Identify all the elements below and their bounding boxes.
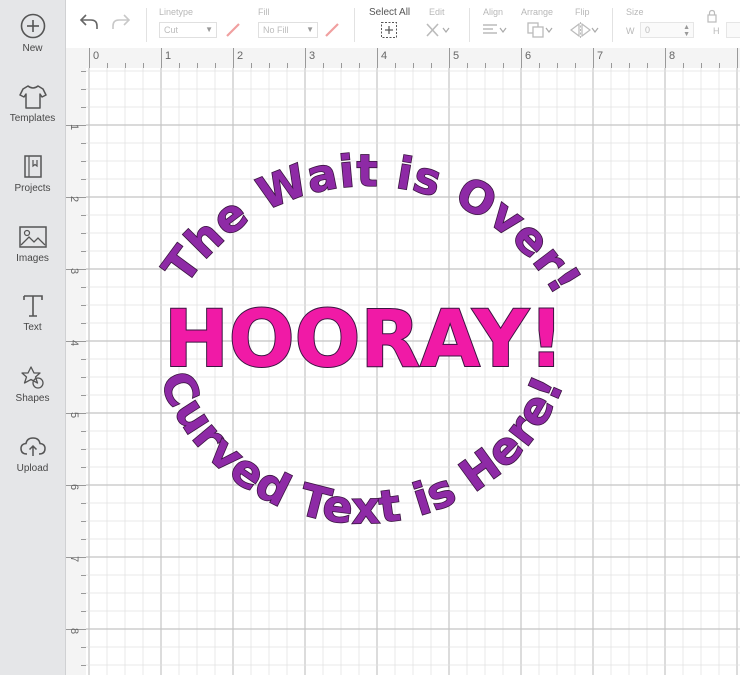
top-toolbar: Linetype Cut ▼ Fill No Fill ▼ Select All…	[66, 0, 740, 49]
undo-icon[interactable]	[78, 12, 100, 32]
sidebar-item-upload[interactable]: Upload	[0, 434, 65, 474]
toolbar-divider	[469, 8, 470, 42]
toolbar-divider	[612, 8, 613, 42]
align-icon[interactable]	[481, 22, 507, 38]
top-arc-text[interactable]: The Wait is Over!!	[66, 48, 591, 304]
select-all-icon[interactable]	[380, 21, 398, 39]
sidebar-item-label: Images	[16, 253, 49, 264]
left-sidebar: New Templates Projects Images Text Shape…	[0, 0, 66, 675]
height-label: H	[713, 26, 720, 36]
sidebar-item-label: Shapes	[15, 393, 50, 404]
sidebar-item-new[interactable]: New	[0, 12, 65, 54]
bottom-arc-text[interactable]: Curved Text is Here!	[149, 363, 574, 535]
sidebar-item-label: Text	[23, 322, 42, 333]
align-label: Align	[483, 7, 504, 17]
curved-text-design[interactable]: The Wait is Over!! Curved Text is Here! …	[66, 48, 740, 675]
notebook-icon	[23, 155, 42, 178]
linetype-label: Linetype	[159, 7, 194, 17]
sidebar-item-text[interactable]: Text	[0, 293, 65, 333]
linetype-value: Cut	[164, 25, 179, 35]
plus-circle-icon	[20, 13, 45, 39]
sidebar-item-projects[interactable]: Projects	[0, 154, 65, 194]
chevron-down-icon: ▼	[205, 25, 213, 34]
shapes-icon	[20, 366, 44, 389]
height-input[interactable]	[726, 22, 740, 38]
redo-icon[interactable]	[110, 12, 132, 32]
fill-color-icon[interactable]	[323, 21, 341, 39]
fill-select[interactable]: No Fill ▼	[258, 22, 318, 38]
edit-tools-icon[interactable]	[424, 21, 450, 39]
sidebar-item-templates[interactable]: Templates	[0, 84, 65, 124]
bottom-arc-textpath: Curved Text is Here!	[149, 363, 574, 535]
text-t-icon	[22, 295, 43, 317]
size-label: Size	[626, 7, 644, 17]
sidebar-item-label: Projects	[14, 183, 51, 194]
design-canvas[interactable]: 0 1 2 3 4 5 6 7 8 1 2 3 4 5 6 7 8 The Wa…	[66, 48, 740, 675]
cloud-upload-icon	[19, 437, 46, 456]
sidebar-item-label: New	[22, 43, 43, 54]
pen-color-icon[interactable]	[224, 21, 242, 39]
stepper-icon[interactable]: ▲ ▼	[683, 24, 690, 38]
image-icon	[18, 226, 47, 248]
arrange-label: Arrange	[521, 7, 554, 17]
hooray-text[interactable]: HOORAY!	[163, 294, 565, 386]
linetype-select[interactable]: Cut ▼	[159, 22, 217, 38]
width-value: 0	[645, 25, 651, 35]
sidebar-item-images[interactable]: Images	[0, 224, 65, 264]
lock-icon[interactable]	[706, 9, 718, 23]
fill-label: Fill	[258, 7, 270, 17]
sidebar-item-label: Templates	[9, 113, 56, 124]
top-arc-textpath: The Wait is Over!!	[66, 48, 590, 304]
edit-label: Edit	[429, 7, 445, 17]
flip-icon[interactable]	[569, 21, 599, 39]
arrange-icon[interactable]	[526, 21, 554, 39]
fill-value: No Fill	[263, 25, 289, 35]
toolbar-divider	[354, 8, 355, 42]
select-all-label: Select All	[369, 7, 411, 18]
flip-label: Flip	[575, 7, 590, 17]
sidebar-item-shapes[interactable]: Shapes	[0, 364, 65, 404]
chevron-down-icon: ▼	[306, 25, 314, 34]
width-label: W	[626, 26, 635, 36]
width-input[interactable]: 0 ▲ ▼	[640, 22, 694, 38]
toolbar-divider	[146, 8, 147, 42]
sidebar-item-label: Upload	[16, 463, 49, 474]
tshirt-icon	[18, 85, 47, 109]
